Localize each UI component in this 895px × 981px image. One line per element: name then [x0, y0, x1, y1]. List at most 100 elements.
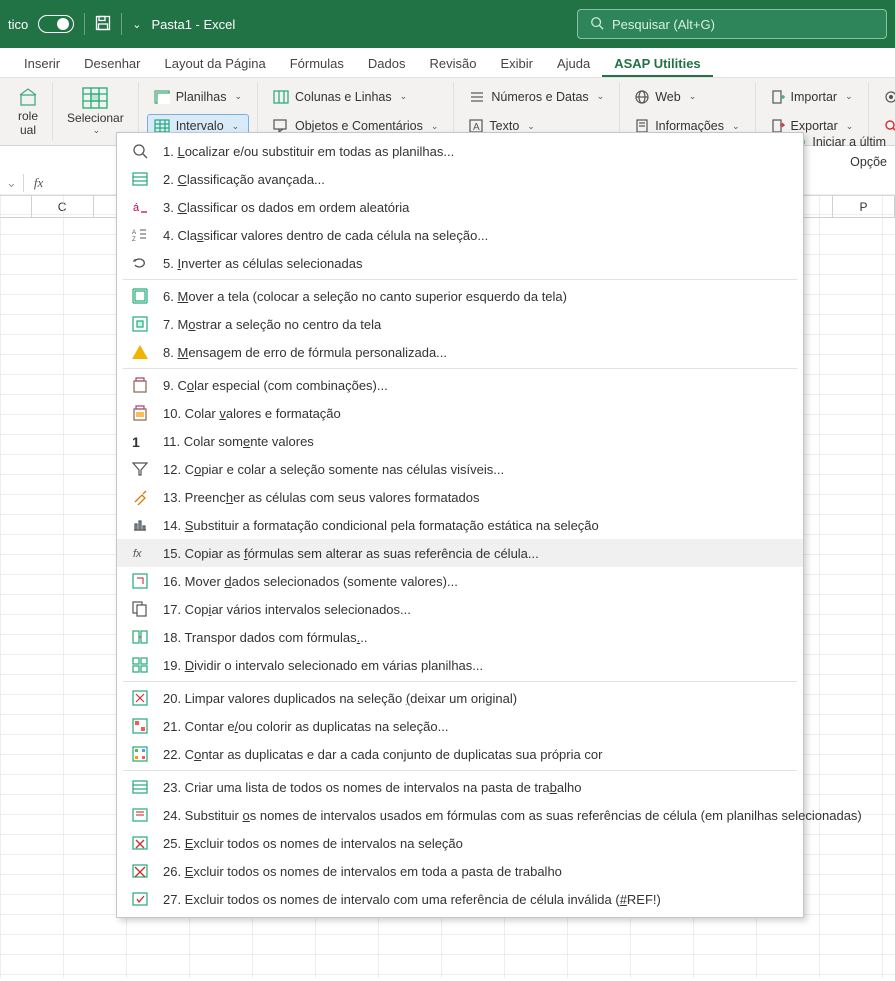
tab-desenhar[interactable]: Desenhar [72, 50, 152, 77]
menu-item-7[interactable]: 7. Mostrar a seleção no centro da tela [117, 310, 803, 338]
menu-item-13[interactable]: 13. Preencher as células com seus valore… [117, 483, 803, 511]
fx-icon[interactable]: fx [24, 175, 53, 191]
menu-item-label: 14. Substituir a formatação condicional … [163, 518, 599, 533]
ribbon-selecionar-button[interactable]: Selecionar ⌄ [61, 85, 130, 138]
menu-item-label: 5. Inverter as células selecionadas [163, 256, 362, 271]
menu-item-label: 25. Excluir todos os nomes de intervalos… [163, 836, 463, 851]
tab-layout[interactable]: Layout da Página [153, 50, 278, 77]
menu-item-18[interactable]: 18. Transpor dados com fórmulas... [117, 623, 803, 651]
menu-item-8[interactable]: 8. Mensagem de erro de fórmula personali… [117, 338, 803, 366]
menu-item-4[interactable]: AZ4. Classificar valores dentro de cada … [117, 221, 803, 249]
menu-item-19[interactable]: 19. Dividir o intervalo selecionado em v… [117, 651, 803, 679]
menu-divider [123, 681, 797, 682]
intervalo-dropdown-menu: 1. Localizar e/ou substituir em todas as… [116, 132, 804, 918]
svg-text:1: 1 [132, 434, 140, 449]
menu-item-icon [131, 343, 149, 361]
save-icon[interactable] [95, 15, 111, 34]
ribbon-controle-button[interactable]: role ual [12, 85, 44, 139]
ribbon-selecionar-label: Selecionar [67, 111, 124, 125]
menu-item-icon [131, 170, 149, 188]
tab-formulas[interactable]: Fórmulas [278, 50, 356, 77]
menu-item-label: 9. Colar especial (com combinações)... [163, 378, 388, 393]
menu-item-label: 10. Colar valores e formatação [163, 406, 341, 421]
quick-access-more-icon[interactable]: ⌄ [132, 18, 141, 31]
title-bar: tico ⌄ Pasta1 - Excel Pesquisar (Alt+G) [0, 0, 895, 48]
menu-item-5[interactable]: 5. Inverter as células selecionadas [117, 249, 803, 277]
menu-item-label: 2. Classificação avançada... [163, 172, 325, 187]
menu-item-23[interactable]: 23. Criar uma lista de todos os nomes de… [117, 773, 803, 801]
menu-item-icon [131, 254, 149, 272]
menu-divider [123, 368, 797, 369]
menu-item-label: 3. Classificar os dados em ordem aleatór… [163, 200, 409, 215]
menu-item-label: 17. Copiar vários intervalos selecionado… [163, 602, 411, 617]
tab-exibir[interactable]: Exibir [488, 50, 545, 77]
search-box[interactable]: Pesquisar (Alt+G) [577, 9, 887, 39]
menu-item-9[interactable]: 9. Colar especial (com combinações)... [117, 371, 803, 399]
menu-item-label: 16. Mover dados selecionados (somente va… [163, 574, 458, 589]
menu-item-icon [131, 806, 149, 824]
menu-item-icon [131, 516, 149, 534]
ribbon-asap-button[interactable]: ASAP Utilitie [877, 84, 895, 110]
svg-text:fx: fx [133, 548, 142, 560]
tab-dados[interactable]: Dados [356, 50, 418, 77]
menu-item-11[interactable]: 1 11. Colar somente valores [117, 427, 803, 455]
menu-item-16[interactable]: 16. Mover dados selecionados (somente va… [117, 567, 803, 595]
menu-item-icon [131, 689, 149, 707]
menu-item-21[interactable]: 21. Contar e/ou colorir as duplicatas na… [117, 712, 803, 740]
menu-item-icon [131, 287, 149, 305]
menu-item-14[interactable]: 14. Substituir a formatação condicional … [117, 511, 803, 539]
menu-divider [123, 279, 797, 280]
menu-item-24[interactable]: 24. Substituir os nomes de intervalos us… [117, 801, 803, 829]
menu-item-label: 24. Substituir os nomes de intervalos us… [163, 808, 862, 823]
ribbon-planilhas-label: Planilhas [176, 90, 227, 104]
menu-item-label: 8. Mensagem de erro de fórmula personali… [163, 345, 447, 360]
ribbon-planilhas-button[interactable]: Planilhas⌄ [147, 84, 249, 110]
menu-item-17[interactable]: 17. Copiar vários intervalos selecionado… [117, 595, 803, 623]
menu-item-icon [131, 488, 149, 506]
menu-item-label: 6. Mover a tela (colocar a seleção no ca… [163, 289, 567, 304]
menu-item-15[interactable]: fx 15. Copiar as fórmulas sem alterar as … [117, 539, 803, 567]
ribbon-importar-button[interactable]: Importar⌄ [764, 84, 861, 110]
menu-item-27[interactable]: 27. Excluir todos os nomes de intervalo … [117, 885, 803, 913]
tab-asap-utilities[interactable]: ASAP Utilities [602, 50, 712, 77]
ribbon-tabs: Inserir Desenhar Layout da Página Fórmul… [0, 48, 895, 78]
autosave-label: tico [8, 17, 28, 32]
menu-item-22[interactable]: 22. Contar as duplicatas e dar a cada co… [117, 740, 803, 768]
menu-item-icon: á [131, 198, 149, 216]
formula-cancel-icon[interactable]: ⌄ [0, 175, 23, 191]
menu-item-10[interactable]: 10. Colar valores e formatação [117, 399, 803, 427]
menu-item-1[interactable]: 1. Localizar e/ou substituir em todas as… [117, 137, 803, 165]
menu-item-12[interactable]: 12. Copiar e colar a seleção somente nas… [117, 455, 803, 483]
menu-item-icon [131, 142, 149, 160]
autosave-toggle[interactable] [38, 15, 74, 33]
menu-item-20[interactable]: 20. Limpar valores duplicados na seleção… [117, 684, 803, 712]
ribbon-web-button[interactable]: Web⌄ [628, 84, 746, 110]
menu-item-icon: fx [131, 544, 149, 562]
ribbon-numeros-datas-button[interactable]: Números e Datas⌄ [462, 84, 611, 110]
ribbon-controle-label2: ual [20, 123, 36, 137]
menu-item-label: 27. Excluir todos os nomes de intervalo … [163, 892, 661, 907]
ribbon-iniciar-label: Iniciar a últim [812, 132, 886, 152]
menu-item-icon [131, 778, 149, 796]
menu-item-icon [131, 315, 149, 333]
menu-item-icon [131, 862, 149, 880]
svg-text:á: á [133, 202, 140, 214]
menu-item-label: 13. Preencher as células com seus valore… [163, 490, 480, 505]
menu-item-26[interactable]: 26. Excluir todos os nomes de intervalos… [117, 857, 803, 885]
menu-item-icon [131, 460, 149, 478]
menu-item-6[interactable]: 6. Mover a tela (colocar a seleção no ca… [117, 282, 803, 310]
ribbon-controle-label: role [18, 109, 38, 123]
menu-item-label: 1. Localizar e/ou substituir em todas as… [163, 144, 454, 159]
menu-item-label: 18. Transpor dados com fórmulas... [163, 630, 368, 645]
tab-inserir[interactable]: Inserir [12, 50, 72, 77]
menu-item-25[interactable]: 25. Excluir todos os nomes de intervalos… [117, 829, 803, 857]
menu-item-icon [131, 572, 149, 590]
menu-item-label: 15. Copiar as fórmulas sem alterar as su… [163, 546, 539, 561]
menu-item-label: 11. Colar somente valores [163, 434, 314, 449]
tab-revisao[interactable]: Revisão [417, 50, 488, 77]
menu-item-3[interactable]: á 3. Classificar os dados em ordem aleató… [117, 193, 803, 221]
tab-ajuda[interactable]: Ajuda [545, 50, 602, 77]
ribbon-colunas-linhas-button[interactable]: Colunas e Linhas⌄ [266, 84, 445, 110]
menu-item-icon [131, 834, 149, 852]
menu-item-2[interactable]: 2. Classificação avançada... [117, 165, 803, 193]
